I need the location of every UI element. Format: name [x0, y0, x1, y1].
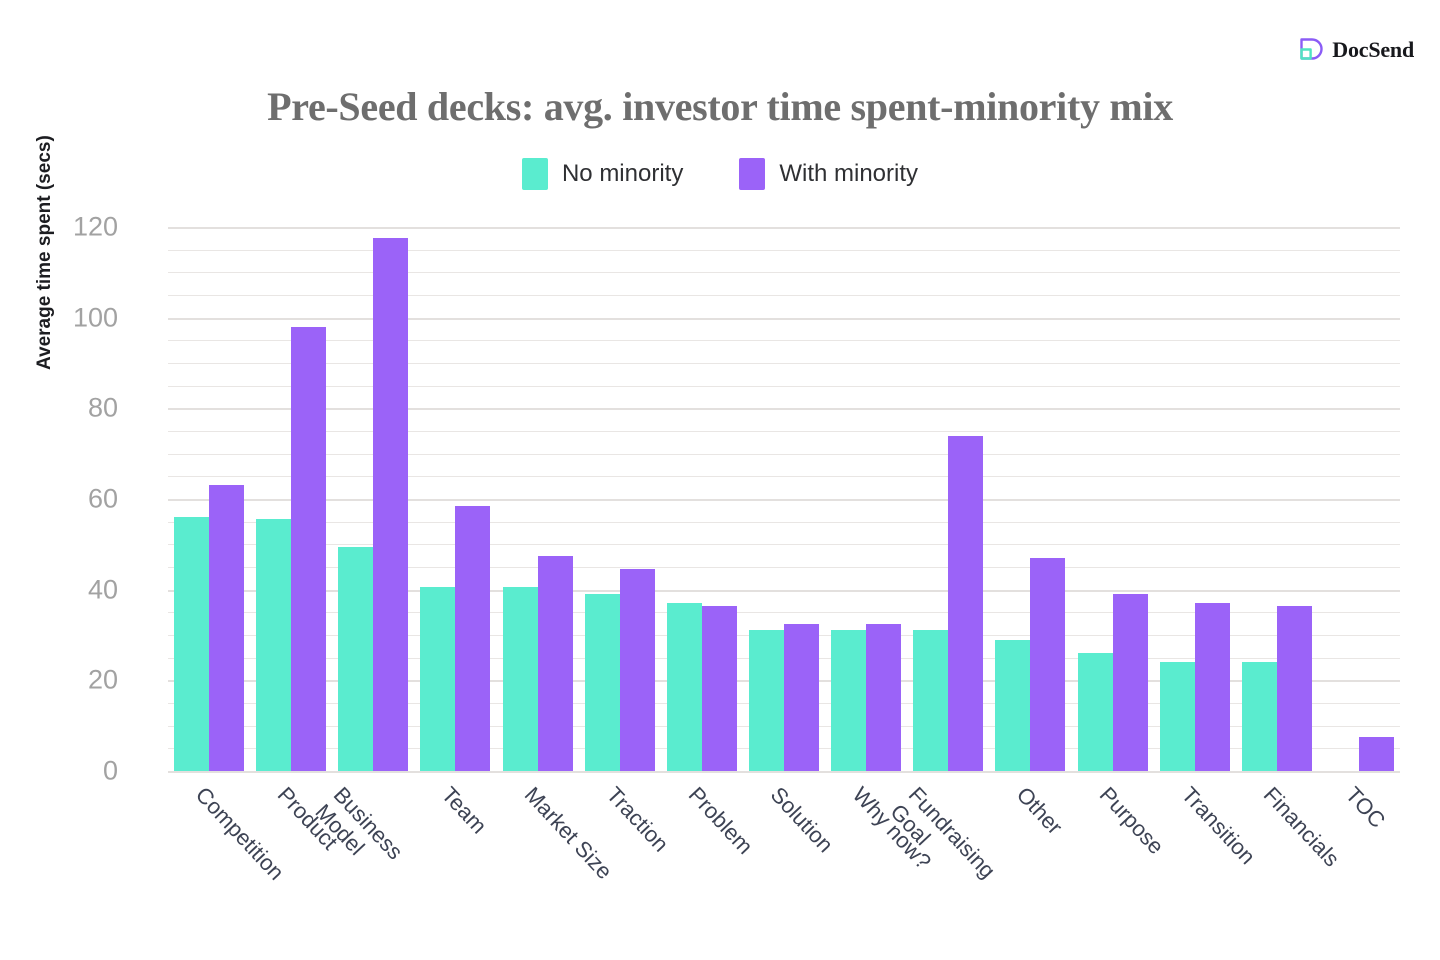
x-axis-tick-label: TOC — [1341, 782, 1391, 833]
bar[interactable] — [209, 485, 245, 771]
bar-group — [989, 227, 1071, 771]
x-axis-tick-label-line: TOC — [1340, 782, 1391, 833]
bar-group — [825, 227, 907, 771]
bar-group — [1318, 227, 1400, 771]
x-axis-category: Problem — [661, 776, 758, 956]
bar[interactable] — [1276, 605, 1312, 771]
bar[interactable] — [831, 630, 867, 771]
bar-group — [907, 227, 989, 771]
bar-group — [1154, 227, 1236, 771]
bar[interactable] — [948, 435, 984, 771]
bar[interactable] — [584, 594, 620, 771]
bar-group — [497, 227, 579, 771]
x-axis-category: Other — [989, 776, 1071, 956]
y-axis-tick-label: 20 — [87, 664, 118, 695]
bar-group — [1236, 227, 1318, 771]
bar-group — [661, 227, 743, 771]
bar[interactable] — [420, 587, 456, 771]
bar-group — [579, 227, 661, 771]
bar[interactable] — [784, 623, 820, 771]
bar[interactable] — [174, 517, 210, 771]
x-axis-category: Team — [414, 776, 496, 956]
x-axis-category: Market Size — [497, 776, 617, 956]
x-axis-tick-label-line: Team — [437, 782, 493, 839]
x-axis-tick-label: Team — [437, 782, 492, 838]
x-axis-tick-label-line: Other — [1012, 782, 1068, 840]
bar[interactable] — [373, 238, 409, 771]
bar[interactable] — [1159, 662, 1195, 771]
bar-groups — [168, 227, 1400, 771]
gridline-major — [168, 771, 1400, 773]
y-axis-tick-label: 80 — [87, 392, 118, 423]
x-axis-category: Why now? — [825, 776, 936, 956]
plot-wrapper: Average time spent (secs) 0 20 40 60 80 100 12… — [0, 0, 1440, 960]
bar[interactable] — [666, 603, 702, 771]
x-axis-category: Financials — [1236, 776, 1345, 956]
bar[interactable] — [502, 587, 538, 771]
bar[interactable] — [455, 505, 491, 771]
x-axis-category: Solution — [743, 776, 839, 956]
bar[interactable] — [1112, 594, 1148, 771]
bar-group — [168, 227, 250, 771]
bar[interactable] — [537, 555, 573, 771]
y-axis-tick-label: 60 — [87, 483, 118, 514]
y-axis-tick-label: 40 — [87, 574, 118, 605]
bar[interactable] — [749, 630, 785, 771]
bar[interactable] — [995, 639, 1031, 771]
bar-group — [743, 227, 825, 771]
y-axis-tick-label: 0 — [102, 755, 118, 786]
x-axis-category: Product — [250, 776, 343, 956]
x-axis-tick-labels: Competition Product Business Model Team Marke… — [168, 776, 1400, 956]
bar[interactable] — [913, 630, 949, 771]
bar[interactable] — [1030, 557, 1066, 771]
bar[interactable] — [866, 623, 902, 771]
bar[interactable] — [1359, 737, 1395, 771]
bar-group — [250, 227, 332, 771]
x-axis-category: Transition — [1154, 776, 1260, 956]
y-axis-tick-label: 120 — [72, 211, 118, 242]
bar[interactable] — [1077, 653, 1113, 771]
chart-page: DocSend Pre-Seed decks: avg. investor ti… — [0, 0, 1440, 960]
bar-group — [332, 227, 414, 771]
x-axis-category: Business Model — [311, 776, 414, 956]
x-axis-category: Competition — [168, 776, 289, 956]
x-axis-category: Purpose — [1072, 776, 1168, 956]
bar[interactable] — [338, 546, 374, 771]
bar[interactable] — [291, 326, 327, 771]
x-axis-category: Fundraising Goal — [886, 776, 1001, 956]
x-axis-tick-label: Other — [1012, 782, 1068, 839]
bar[interactable] — [1241, 662, 1277, 771]
bar-group — [1072, 227, 1154, 771]
x-axis-category: Traction — [579, 776, 673, 956]
x-axis-category: TOC — [1318, 776, 1400, 956]
plot-area: 0 20 40 60 80 100 120 — [73, 212, 1400, 786]
bar[interactable] — [701, 605, 737, 771]
bar[interactable] — [619, 569, 655, 771]
bar[interactable] — [1194, 603, 1230, 771]
bar[interactable] — [256, 519, 292, 771]
y-axis-tick-label: 100 — [72, 302, 118, 333]
bar-group — [414, 227, 496, 771]
